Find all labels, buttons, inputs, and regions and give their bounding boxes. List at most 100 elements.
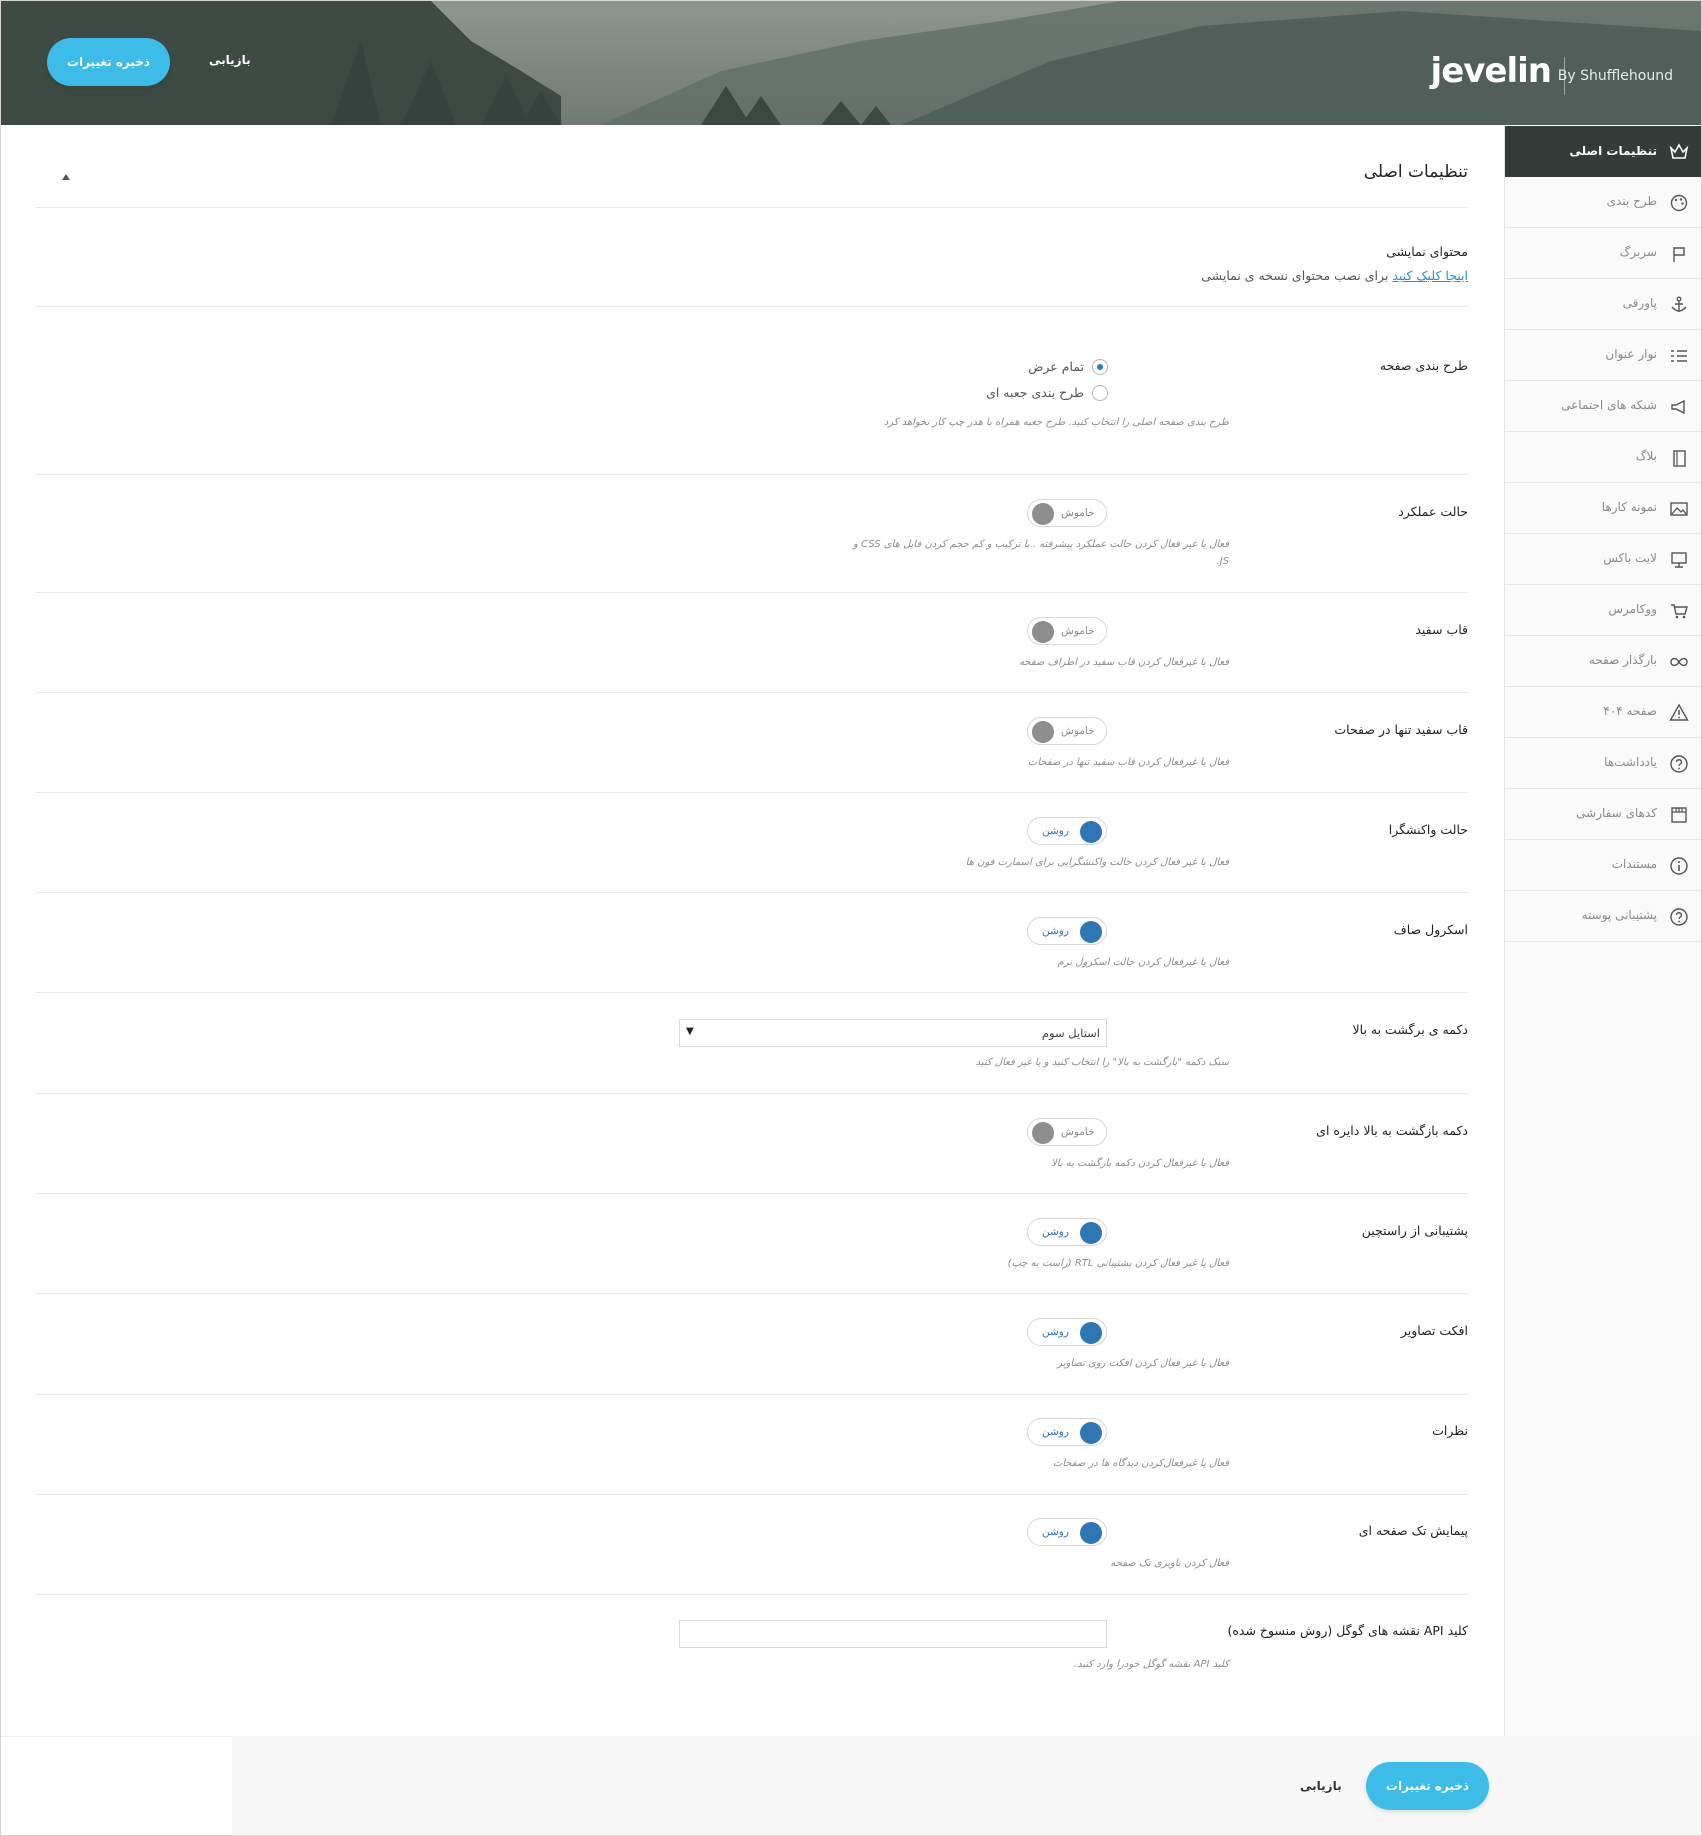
toggle-state: خاموش [1061,725,1095,737]
sidebar-item-notes[interactable]: یادداشت‌ها [1505,738,1701,789]
back-to-top-circle-toggle[interactable]: خاموش [1027,1118,1107,1146]
sidebar-item-titlebar[interactable]: نوار عنوان [1505,330,1701,381]
performance-help: فعال یا غیر فعال کردن حالت عملکرد پیشرفت… [853,539,1229,567]
image-icon [1670,502,1688,516]
layout-label: طرح بندی صفحه [1379,358,1468,373]
toggle-knob [1032,621,1054,643]
back-to-top-label: دکمه ی برگشت به بالا [1352,1022,1468,1037]
reset-button-top[interactable]: بازیابی [209,53,251,67]
toggle-state: خاموش [1061,625,1095,637]
sidebar-item-social[interactable]: شبکه های اجتماعی [1505,381,1701,432]
sidebar-item-main-settings[interactable]: تنظیمات اصلی [1505,126,1701,177]
performance-toggle[interactable]: خاموش [1027,499,1107,527]
sidebar-item-page-loader[interactable]: بارگذار صفحه [1505,636,1701,687]
save-changes-button-bottom[interactable]: ذخیره تغییرات [1366,1762,1489,1810]
toggle-state: روشن [1042,1526,1069,1538]
list-icon [1671,350,1687,362]
white-frame-pages-toggle[interactable]: خاموش [1027,717,1107,745]
image-effect-help: فعال یا غیر فعال کردن افکت روی تصاویر [1057,1358,1229,1369]
sidebar-item-custom-code[interactable]: کدهای سفارشی [1505,789,1701,840]
google-maps-key-label: کلید API نقشه های گوگل (روش منسوخ شده) [1227,1623,1468,1638]
sidebar-item-404[interactable]: صفحه ۴۰۴ [1505,687,1701,738]
calendar-icon [1671,807,1687,823]
back-to-top-select[interactable]: استایل سوم ▼ [679,1019,1107,1047]
divider [35,892,1468,893]
performance-label: حالت عملکرد [1398,504,1468,519]
settings-panel: تنظیمات اصلی محتوای نمایشی اینجا کلیک کن… [35,126,1468,1736]
radio-button[interactable] [1092,359,1108,375]
sidebar-item-label: نوار عنوان [1605,347,1657,361]
divider [35,1594,1468,1595]
back-to-top-circle-label: دکمه بازگشت به بالا دایره ای [1316,1123,1468,1138]
options-sidebar: تنظیمات اصلی طرح بندی سربرگ پاورقی نوار … [1504,126,1701,1736]
sidebar-item-portfolio[interactable]: نمونه کارها [1505,483,1701,534]
info-icon [1670,857,1688,875]
sidebar-item-label: پاورقی [1622,296,1657,310]
toggle-state: روشن [1042,1426,1069,1438]
image-effect-toggle[interactable]: روشن [1027,1318,1107,1346]
comments-label: نظرات [1432,1423,1468,1438]
cart-icon [1671,604,1688,619]
demo-install-text: برای نصب محتوای نسخه ی نمایشی [1201,268,1389,283]
toggle-knob [1080,1522,1102,1544]
radio-label: تمام عرض [1028,359,1084,374]
toggle-knob [1080,821,1102,843]
divider [35,792,1468,793]
divider [35,1093,1468,1094]
help-icon [1670,908,1688,926]
divider [35,1293,1468,1294]
radio-button[interactable] [1092,385,1108,401]
toggle-knob [1080,1422,1102,1444]
smooth-scroll-help: فعال یا غیرفعال کردن حالت اسکرول نرم [1057,957,1229,968]
toggle-state: خاموش [1061,507,1095,519]
monitor-icon [1671,552,1687,568]
footer-spacer [1,1736,232,1835]
reset-button-bottom[interactable]: بازیابی [1300,1779,1342,1793]
sidebar-item-label: طرح بندی [1606,194,1657,208]
white-frame-label: قاب سفید [1415,622,1468,637]
sidebar-item-layout[interactable]: طرح بندی [1505,177,1701,228]
responsive-toggle[interactable]: روشن [1027,817,1107,845]
anchor-icon [1671,296,1687,312]
toggle-knob [1080,1222,1102,1244]
sidebar-item-label: سربرگ [1619,245,1657,259]
divider [35,992,1468,993]
sidebar-item-header[interactable]: سربرگ [1505,228,1701,279]
question-icon [1670,755,1688,773]
sidebar-item-docs[interactable]: مستندات [1505,840,1701,891]
sidebar-item-woocommerce[interactable]: ووکامرس [1505,585,1701,636]
collapse-arrow-icon[interactable] [62,174,70,180]
sidebar-item-label: بلاگ [1635,449,1657,463]
warning-icon [1669,703,1689,721]
rtl-toggle[interactable]: روشن [1027,1218,1107,1246]
toggle-state: روشن [1042,1226,1069,1238]
sidebar-item-lightbox[interactable]: لایت باکس [1505,534,1701,585]
demo-content-label: محتوای نمایشی [1386,244,1468,259]
sidebar-item-support[interactable]: پشتیبانی پوسته [1505,891,1701,942]
one-page-nav-toggle[interactable]: روشن [1027,1518,1107,1546]
toggle-knob [1032,503,1054,525]
flag-icon [1673,247,1685,262]
sidebar-item-footer[interactable]: پاورقی [1505,279,1701,330]
google-maps-key-input[interactable] [679,1620,1107,1648]
white-frame-toggle[interactable]: خاموش [1027,617,1107,645]
white-frame-pages-help: فعال یا غیرفعال کردن قاب سفید تنها در صف… [1027,757,1229,768]
rtl-label: پشتیبانی از راستچین [1361,1223,1468,1238]
select-value: استایل سوم [1041,1026,1100,1040]
comments-toggle[interactable]: روشن [1027,1418,1107,1446]
save-changes-button-top[interactable]: ذخیره تغییرات [47,38,170,86]
rtl-help: فعال یا غیر فعال کردن پشتیبانی RTL (راست… [1007,1258,1229,1269]
smooth-scroll-toggle[interactable]: روشن [1027,917,1107,945]
radio-label: طرح بندی جعبه ای [986,385,1084,400]
back-to-top-circle-help: فعال یا غیرفعال کردن دکمه بازگشت به بالا [1051,1158,1229,1169]
toggle-state: روشن [1042,925,1069,937]
sidebar-item-label: بارگذار صفحه [1588,653,1657,667]
toggle-state: روشن [1042,1326,1069,1338]
divider [35,692,1468,693]
divider [35,1394,1468,1395]
back-to-top-help: سبک دکمه "بازگشت به بالا" را انتخاب کنید… [975,1057,1229,1068]
divider [35,592,1468,593]
demo-install-link[interactable]: اینجا کلیک کنید [1392,268,1468,283]
sidebar-item-blog[interactable]: بلاگ [1505,432,1701,483]
sidebar-item-label: لایت باکس [1603,551,1657,565]
